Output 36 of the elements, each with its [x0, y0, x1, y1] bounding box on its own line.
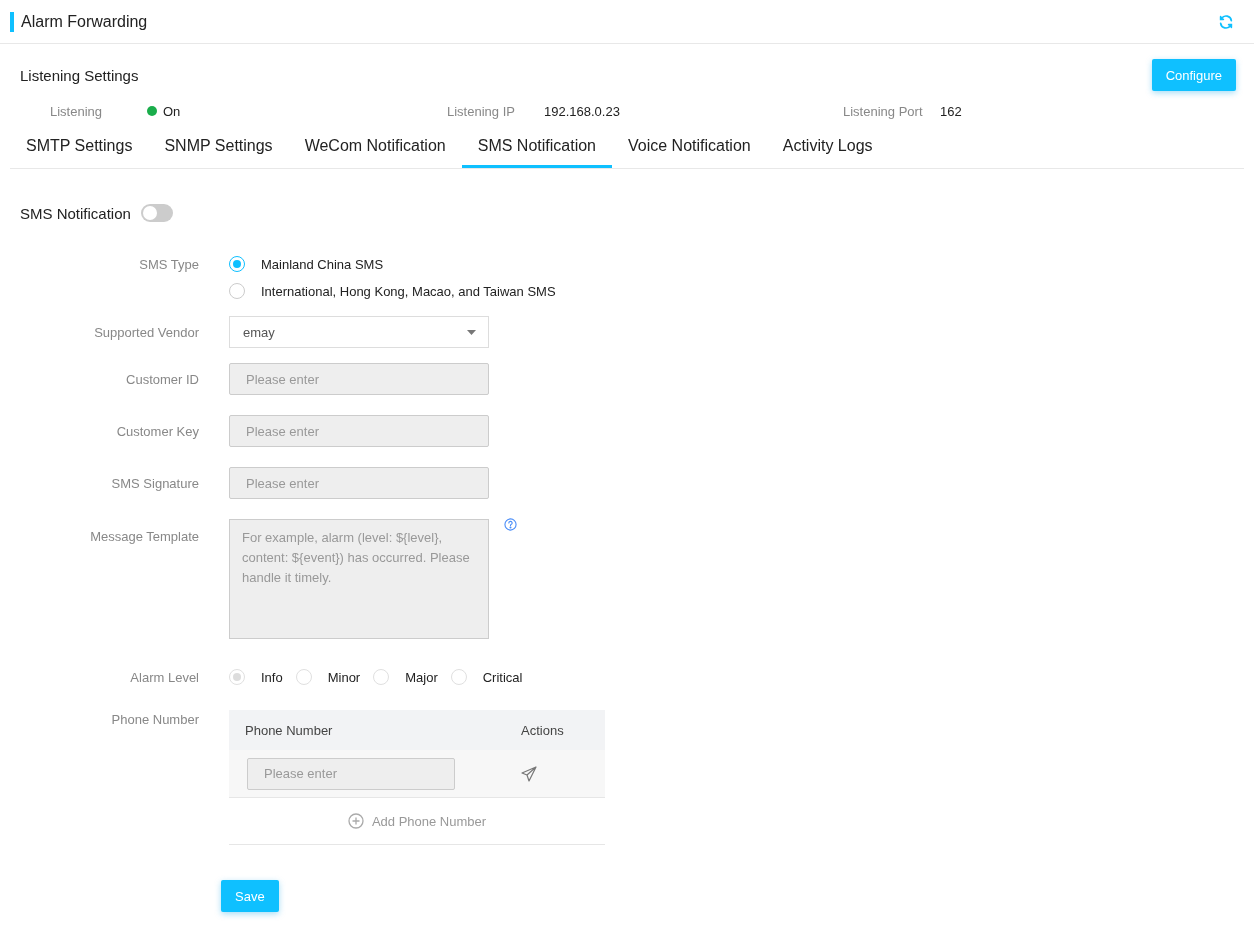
tab[interactable]: SMS Notification: [461, 127, 612, 168]
radio-option[interactable]: Mainland China SMS: [229, 256, 556, 272]
field-label: Customer ID: [125, 371, 199, 387]
field-label: SMS Signature: [110, 475, 199, 491]
field-label: Listening IP: [447, 103, 516, 119]
field-label: Listening Port: [843, 103, 924, 119]
plus-circle-icon: [347, 813, 364, 829]
field-value: 162: [940, 103, 962, 119]
section-title: Listening Settings: [20, 66, 139, 84]
refresh-icon[interactable]: [1218, 13, 1234, 30]
vendor-dropdown[interactable]: emay: [229, 316, 489, 348]
field-label: Listening: [50, 103, 104, 119]
radio-option[interactable]: International, Hong Kong, Macao, and Taiwan SMS: [229, 283, 556, 299]
radio-button[interactable]: [229, 256, 245, 272]
column-header: Actions: [521, 722, 564, 738]
field-label: SMS Type: [138, 256, 199, 272]
radio-button[interactable]: [229, 283, 245, 299]
tab[interactable]: WeCom Notification: [288, 127, 462, 168]
send-icon[interactable]: [521, 765, 537, 782]
field-label: Message Template: [89, 528, 199, 544]
tab[interactable]: SNMP Settings: [148, 127, 289, 168]
page-title: Alarm Forwarding: [10, 11, 148, 32]
tab[interactable]: Activity Logs: [766, 127, 889, 168]
column-header: Phone Number: [244, 722, 334, 738]
field-label: Supported Vendor: [93, 324, 199, 340]
caret-icon: [467, 329, 476, 335]
field-value: On: [163, 103, 181, 119]
field-label: Customer Key: [115, 423, 199, 439]
field-value: 192.168.0.23: [544, 103, 620, 119]
tab[interactable]: Voice Notification: [612, 127, 767, 168]
field-label: Alarm Level: [129, 669, 199, 685]
toggle-label: SMS Notification: [20, 204, 131, 222]
tab[interactable]: SMTP Settings: [10, 127, 149, 168]
help-icon[interactable]: [504, 518, 517, 531]
toggle-switch[interactable]: [140, 204, 173, 222]
field-label: Phone Number: [110, 711, 199, 727]
